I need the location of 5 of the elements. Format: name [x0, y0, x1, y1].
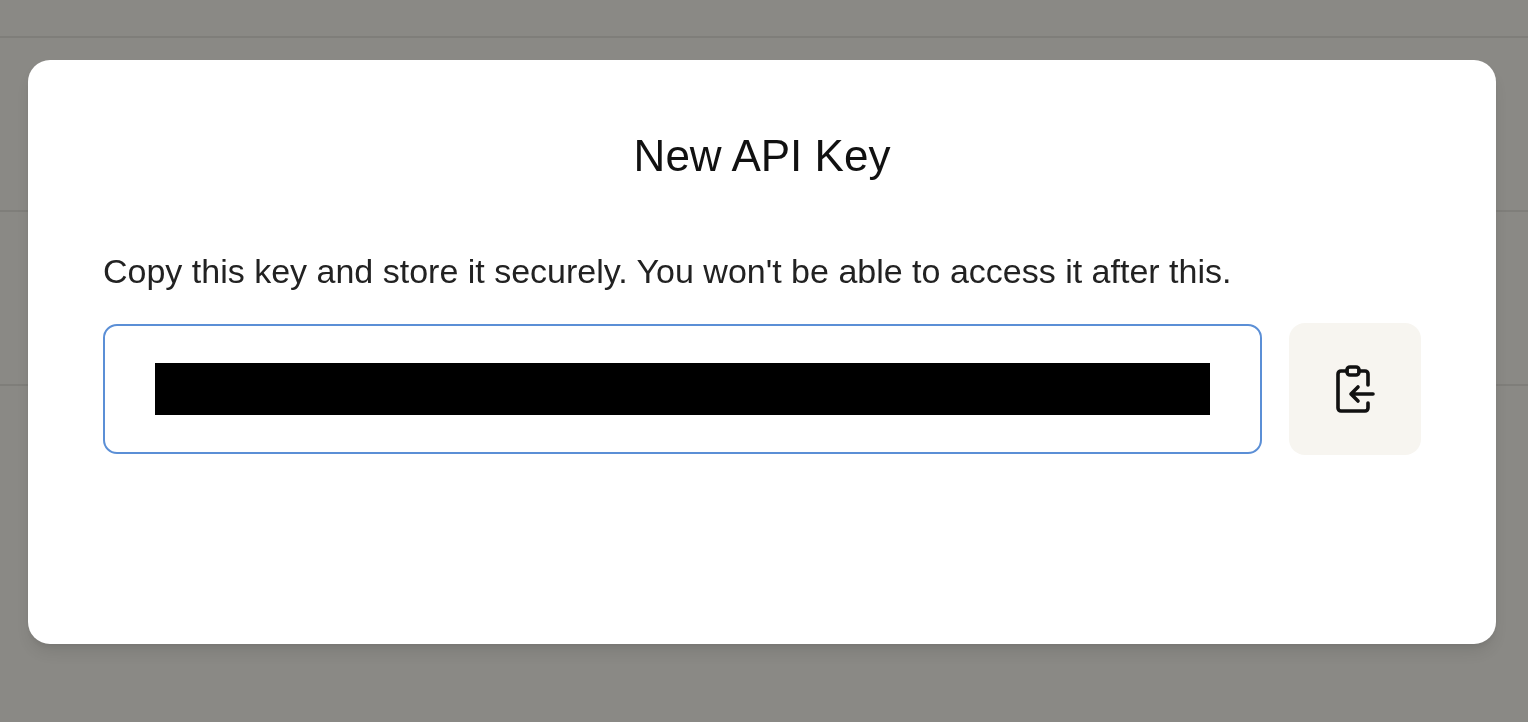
clipboard-arrow-icon [1333, 362, 1378, 415]
dialog-message: Copy this key and store it securely. You won't be able to access it after this. [103, 250, 1233, 292]
api-key-field[interactable] [103, 323, 1263, 454]
dialog-title: New API Key [633, 130, 891, 182]
copy-button[interactable] [1289, 322, 1421, 455]
